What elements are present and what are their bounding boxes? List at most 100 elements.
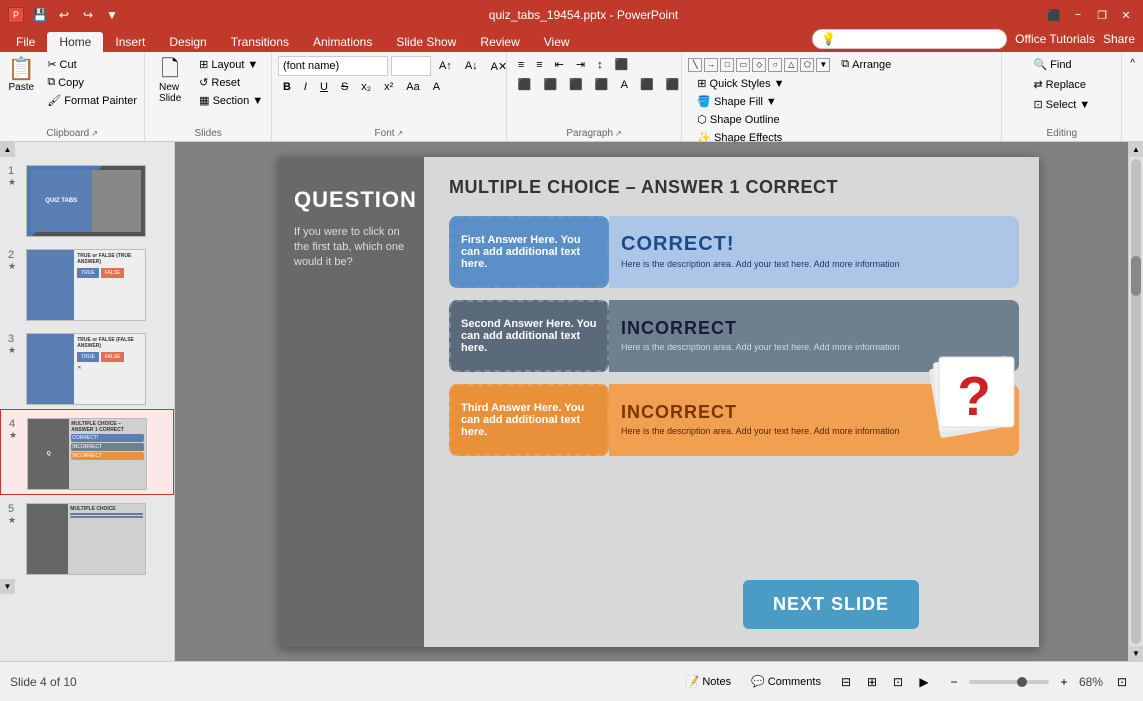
slide-panel-scroll-down[interactable]: ▼: [0, 579, 15, 594]
italic-button[interactable]: I: [299, 79, 312, 95]
tab-file[interactable]: File: [4, 32, 47, 52]
find-button[interactable]: 🔍 Find: [1028, 56, 1076, 73]
undo-button[interactable]: ↩: [54, 5, 74, 25]
canvas-scroll-up[interactable]: ▲: [1129, 142, 1143, 157]
tell-me-input[interactable]: 💡 Tell me what you want to do...: [812, 29, 1007, 49]
align-text-button[interactable]: ⬛: [635, 76, 659, 93]
change-case-button[interactable]: Aa: [401, 79, 424, 95]
layout-button[interactable]: ⊞ Layout ▼: [194, 56, 268, 73]
tab-design[interactable]: Design: [157, 32, 218, 52]
numbered-list-button[interactable]: ≡: [531, 57, 547, 73]
scrollbar-thumb[interactable]: [1131, 256, 1141, 296]
shape-rect[interactable]: □: [720, 58, 734, 72]
save-button[interactable]: 💾: [30, 5, 50, 25]
tab-slideshow[interactable]: Slide Show: [384, 32, 468, 52]
slide-thumbnail-5[interactable]: MULTIPLE CHOICE: [26, 503, 146, 575]
section-button[interactable]: ▦ Section ▼: [194, 92, 268, 109]
canvas-scroll-down[interactable]: ▼: [1129, 646, 1143, 661]
font-color-button[interactable]: A: [428, 79, 445, 95]
shape-rounded[interactable]: ▭: [736, 58, 750, 72]
slide-sorter-button[interactable]: ⊞: [861, 671, 883, 693]
share-button[interactable]: Share: [1103, 32, 1135, 46]
decrease-font-button[interactable]: A↓: [460, 58, 483, 74]
columns-button[interactable]: ⬛: [610, 56, 634, 73]
shape-outline-button[interactable]: ⬡ Shape Outline: [692, 111, 789, 128]
strikethrough-button[interactable]: S: [336, 79, 353, 95]
normal-view-button[interactable]: ⊟: [835, 671, 857, 693]
font-name-input[interactable]: (font name): [278, 56, 388, 76]
new-slide-button[interactable]: 🗋 NewSlide: [148, 56, 192, 106]
smartart-button[interactable]: ⬛: [661, 76, 685, 93]
zoom-slider[interactable]: [969, 680, 1049, 684]
next-slide-button[interactable]: NEXT SLIDE: [743, 580, 919, 629]
result-box-1[interactable]: CORRECT! Here is the description area. A…: [609, 216, 1019, 288]
shape-fill-button[interactable]: 🪣 Shape Fill ▼: [692, 93, 789, 110]
answer-box-1[interactable]: First Answer Here. You can add additiona…: [449, 216, 609, 288]
tab-insert[interactable]: Insert: [103, 32, 157, 52]
restore-button[interactable]: ❐: [1093, 6, 1111, 24]
slide-thumbnail-4[interactable]: Q MULTIPLE CHOICE – ANSWER 1 CORRECT COR…: [27, 418, 147, 490]
slide-thumbnail-2[interactable]: TRUE or FALSE (TRUE ANSWER) TRUE FALSE: [26, 249, 146, 321]
slideshow-button[interactable]: ▶: [913, 671, 935, 693]
paragraph-expand-icon[interactable]: ↗: [615, 129, 622, 138]
slide-thumb-1[interactable]: 1 ★ QUIZ TABS: [0, 157, 174, 241]
bullet-list-button[interactable]: ≡: [513, 57, 529, 73]
shape-line[interactable]: ╲: [688, 58, 702, 72]
ribbon-toggle-icon[interactable]: ⬛: [1045, 6, 1063, 24]
underline-button[interactable]: U: [315, 79, 333, 95]
slide-panel-scroll-up[interactable]: ▲: [0, 142, 15, 157]
zoom-out-button[interactable]: −: [943, 671, 965, 693]
shape-circle[interactable]: ○: [768, 58, 782, 72]
quick-styles-button[interactable]: ⊞ Quick Styles ▼: [692, 75, 789, 92]
minimize-button[interactable]: −: [1069, 6, 1087, 24]
cut-button[interactable]: ✂ Cut: [42, 56, 142, 73]
redo-button[interactable]: ↪: [78, 5, 98, 25]
collapse-ribbon-button[interactable]: ^: [1126, 56, 1139, 71]
customize-quick-access-button[interactable]: ▼: [102, 5, 122, 25]
comments-button[interactable]: 💬 Comments: [745, 673, 827, 690]
slide-thumbnail-3[interactable]: TRUE or FALSE (FALSE ANSWER) TRUE FALSE …: [26, 333, 146, 405]
answer-box-2[interactable]: Second Answer Here. You can add addition…: [449, 300, 609, 372]
tab-view[interactable]: View: [532, 32, 582, 52]
increase-font-button[interactable]: A↑: [434, 58, 457, 74]
bold-button[interactable]: B: [278, 79, 296, 95]
office-tutorials-link[interactable]: Office Tutorials: [1015, 32, 1095, 46]
arrange-button[interactable]: ⧉ Arrange: [836, 56, 896, 73]
tab-transitions[interactable]: Transitions: [219, 32, 301, 52]
tab-review[interactable]: Review: [468, 32, 531, 52]
shape-triangle[interactable]: △: [784, 58, 798, 72]
copy-button[interactable]: ⧉ Copy: [42, 74, 142, 91]
align-center-button[interactable]: ⬛: [539, 76, 563, 93]
tab-home[interactable]: Home: [47, 32, 103, 52]
reset-button[interactable]: ↺ Reset: [194, 74, 268, 91]
font-size-input[interactable]: [391, 56, 431, 76]
shape-diamond[interactable]: ◇: [752, 58, 766, 72]
answer-box-3[interactable]: Third Answer Here. You can add additiona…: [449, 384, 609, 456]
slide-thumb-4[interactable]: 4 ★ Q MULTIPLE CHOICE – ANSWER 1 CORRECT…: [0, 409, 174, 495]
superscript-button[interactable]: x²: [379, 79, 398, 95]
zoom-in-button[interactable]: +: [1053, 671, 1075, 693]
subscript-button[interactable]: x₂: [356, 79, 376, 95]
text-direction-button[interactable]: A: [616, 77, 633, 93]
tab-animations[interactable]: Animations: [301, 32, 384, 52]
paste-button[interactable]: 📋 Paste: [2, 56, 40, 95]
slide-thumbnail-1[interactable]: QUIZ TABS: [26, 165, 146, 237]
increase-indent-button[interactable]: ⇥: [571, 56, 590, 73]
clipboard-expand-icon[interactable]: ↗: [91, 129, 98, 138]
notes-button[interactable]: 📝 Notes: [680, 673, 737, 690]
justify-button[interactable]: ⬛: [590, 76, 614, 93]
align-left-button[interactable]: ⬛: [513, 76, 537, 93]
font-expand-icon[interactable]: ↗: [397, 129, 404, 138]
replace-button[interactable]: ⇄ Replace: [1028, 76, 1091, 93]
format-painter-button[interactable]: 🖌 Format Painter: [42, 92, 142, 109]
line-spacing-button[interactable]: ↕: [592, 57, 608, 73]
align-right-button[interactable]: ⬛: [564, 76, 588, 93]
fit-slide-button[interactable]: ⊡: [1111, 671, 1133, 693]
shape-arrow-right[interactable]: →: [704, 58, 718, 72]
select-button[interactable]: ⊡ Select ▼: [1028, 96, 1095, 113]
shape-pentagon[interactable]: ⬠: [800, 58, 814, 72]
reading-view-button[interactable]: ⊡: [887, 671, 909, 693]
slide-thumb-2[interactable]: 2 ★ TRUE or FALSE (TRUE ANSWER) TRUE FAL…: [0, 241, 174, 325]
decrease-indent-button[interactable]: ⇤: [550, 56, 569, 73]
slide-thumb-3[interactable]: 3 ★ TRUE or FALSE (FALSE ANSWER) TRUE FA…: [0, 325, 174, 409]
